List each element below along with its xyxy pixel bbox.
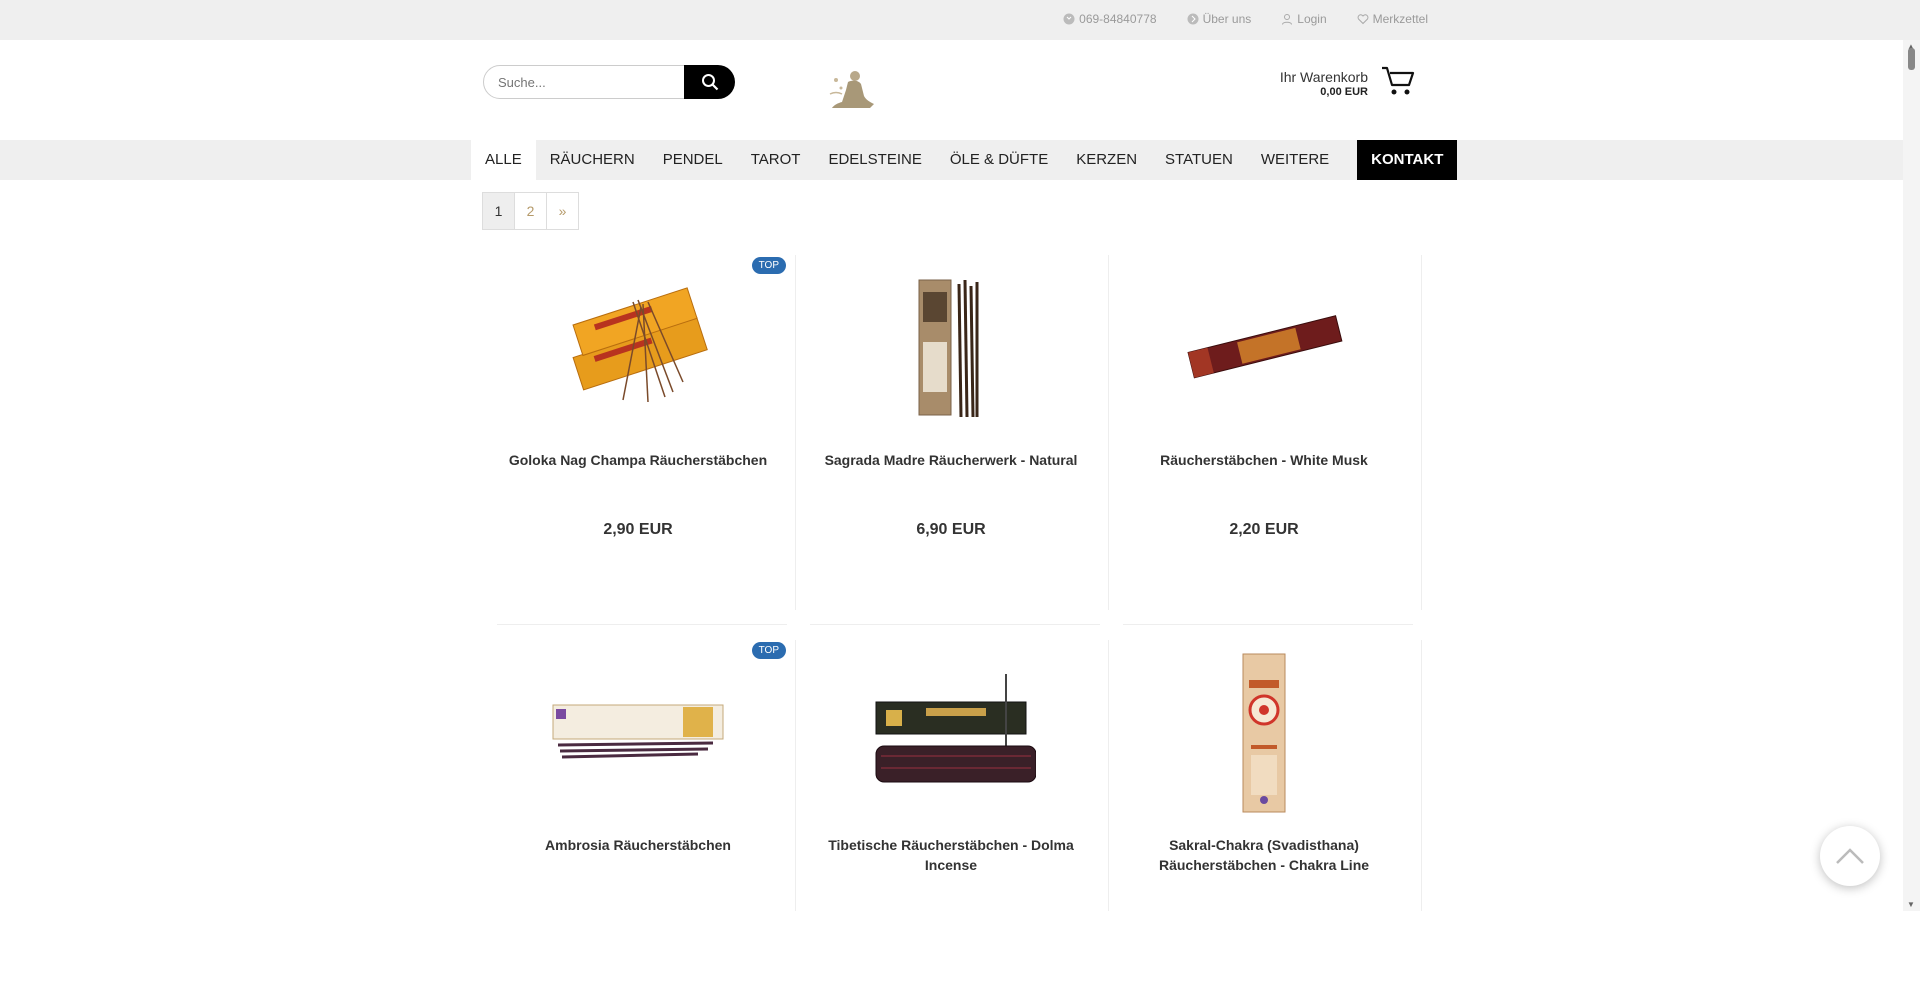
product-name[interactable]: Tibetische Räucherstäbchen - Dolma Incen…: [815, 835, 1087, 875]
dolma-incense-image: [875, 674, 1036, 783]
about-link[interactable]: Über uns: [1187, 12, 1252, 26]
sagrada-madre-image: [918, 279, 979, 418]
nav-item-kerzen[interactable]: KERZEN: [1062, 140, 1151, 180]
page-2[interactable]: 2: [514, 192, 547, 230]
pagination: 1 2 »: [482, 192, 579, 230]
search-box: [483, 65, 735, 99]
info-icon: [1187, 13, 1199, 25]
product-card[interactable]: Räucherstäbchen - White Musk 2,20 EUR: [1108, 255, 1420, 610]
product-name[interactable]: Sagrada Madre Räucherwerk - Natural: [815, 450, 1087, 470]
grid-divider: [1123, 624, 1413, 625]
nav-item-weitere[interactable]: WEITERE: [1247, 140, 1343, 180]
phone-link[interactable]: 069-84840778: [1063, 12, 1157, 26]
cart-amount: 0,00 EUR: [1320, 86, 1368, 98]
product-price: 6,90 EUR: [916, 521, 986, 538]
top-badge: TOP: [751, 257, 786, 274]
back-to-top-button[interactable]: [1820, 826, 1880, 886]
product-price: 2,20 EUR: [1229, 521, 1299, 538]
nav-item-kontakt[interactable]: KONTAKT: [1357, 140, 1458, 180]
product-card[interactable]: Sagrada Madre Räucherwerk - Natural 6,90…: [795, 255, 1107, 610]
top-utility-bar: 069-84840778 Über uns Login Merkzettel: [0, 0, 1920, 40]
product-card[interactable]: Tibetische Räucherstäbchen - Dolma Incen…: [795, 640, 1107, 995]
meditating-figure-logo: [829, 71, 874, 108]
wishlist-link[interactable]: Merkzettel: [1357, 12, 1428, 26]
product-name[interactable]: Goloka Nag Champa Räucherstäbchen: [502, 450, 774, 470]
grid-divider: [1421, 640, 1422, 911]
grid-divider: [1421, 255, 1422, 610]
product-card[interactable]: TOP Ambrosia Räucherstäbchen: [482, 640, 794, 995]
product-card[interactable]: Sakral-Chakra (Svadisthana) Räucherstäbc…: [1108, 640, 1420, 995]
site-logo[interactable]: [822, 68, 878, 112]
main-nav: ALLE RÄUCHERN PENDEL TAROT EDELSTEINE ÖL…: [0, 140, 1920, 180]
product-price: 2,90 EUR: [603, 521, 673, 538]
nav-item-tarot[interactable]: TAROT: [737, 140, 815, 180]
login-text: Login: [1297, 12, 1327, 26]
nav-item-raeuchern[interactable]: RÄUCHERN: [536, 140, 649, 180]
product-image[interactable]: [543, 652, 733, 812]
page-1[interactable]: 1: [482, 192, 515, 230]
site-header: Ihr Warenkorb 0,00 EUR: [0, 40, 1920, 140]
search-icon: [701, 74, 718, 91]
product-name[interactable]: Ambrosia Räucherstäbchen: [502, 835, 774, 855]
nav-item-edelsteine[interactable]: EDELSTEINE: [814, 140, 935, 180]
wishlist-text: Merkzettel: [1372, 12, 1428, 26]
chevron-up-icon: [1836, 848, 1864, 864]
product-image[interactable]: [856, 267, 1046, 427]
scroll-down-arrow-icon[interactable]: ▼: [1907, 900, 1915, 909]
nav-item-statuen[interactable]: STATUEN: [1151, 140, 1247, 180]
search-input[interactable]: [483, 65, 698, 99]
product-name[interactable]: Sakral-Chakra (Svadisthana) Räucherstäbc…: [1128, 835, 1400, 875]
product-image[interactable]: [856, 652, 1046, 812]
nav-item-oele-duefte[interactable]: ÖLE & DÜFTE: [936, 140, 1062, 180]
sakral-chakra-image: [1242, 653, 1286, 812]
ambrosia-image: [552, 704, 724, 759]
product-name[interactable]: Räucherstäbchen - White Musk: [1128, 450, 1400, 470]
utility-links: 069-84840778 Über uns Login Merkzettel: [1063, 12, 1428, 26]
product-image[interactable]: [1169, 652, 1359, 812]
heart-icon: [1357, 14, 1369, 25]
page-next[interactable]: »: [546, 192, 579, 230]
vertical-scrollbar[interactable]: ▲ ▼: [1903, 40, 1920, 911]
nav-list: ALLE RÄUCHERN PENDEL TAROT EDELSTEINE ÖL…: [471, 140, 1458, 180]
cart-label: Ihr Warenkorb: [1279, 69, 1368, 85]
white-musk-image: [1187, 315, 1343, 379]
top-badge: TOP: [751, 642, 786, 659]
nav-item-alle[interactable]: ALLE: [471, 140, 536, 180]
scrollbar-thumb[interactable]: [1908, 48, 1915, 70]
grid-divider: [497, 624, 787, 625]
grid-divider: [810, 624, 1100, 625]
phone-icon: [1063, 13, 1075, 25]
cart-widget[interactable]: Ihr Warenkorb 0,00 EUR: [1260, 64, 1416, 104]
product-image[interactable]: [1169, 267, 1359, 427]
login-link[interactable]: Login: [1281, 12, 1327, 26]
product-image[interactable]: [543, 267, 733, 427]
product-card[interactable]: TOP Goloka Nag Champa Räucherstäbchen 2,…: [482, 255, 794, 610]
about-text: Über uns: [1202, 12, 1252, 26]
user-icon: [1282, 14, 1293, 25]
search-button[interactable]: [684, 65, 735, 99]
cart-icon: [1382, 66, 1415, 95]
nav-item-pendel[interactable]: PENDEL: [649, 140, 737, 180]
phone-text: 069-84840778: [1079, 12, 1157, 26]
incense-box-image: [572, 287, 708, 403]
